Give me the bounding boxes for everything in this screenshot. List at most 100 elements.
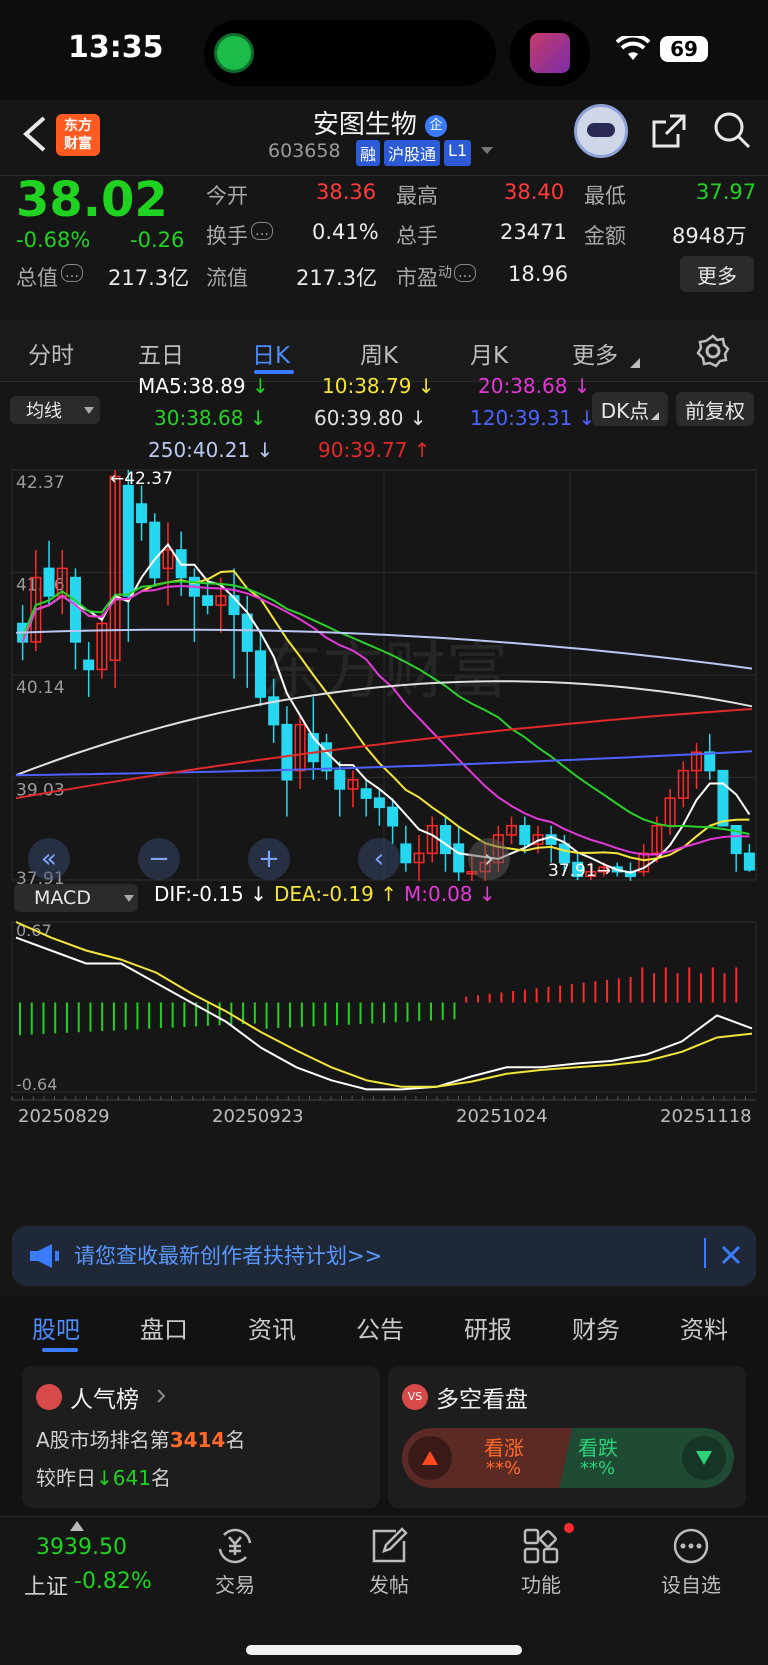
search-icon[interactable] — [712, 110, 752, 150]
tab-guba[interactable]: 股吧 — [32, 1310, 80, 1345]
ma5-line — [21, 542, 751, 874]
amount-label: 金额 — [584, 224, 626, 248]
rank-change-suffix: 名 — [150, 1466, 171, 1490]
pe-value: 18.96 — [508, 262, 569, 286]
settings-gear-icon[interactable] — [696, 334, 730, 368]
tab-research[interactable]: 研报 — [464, 1310, 512, 1345]
tab-finance[interactable]: 财务 — [572, 1310, 620, 1345]
ma-select[interactable]: 均线 — [10, 396, 100, 424]
ma-select-label: 均线 — [26, 401, 62, 422]
dynamic-island — [204, 20, 496, 86]
tab-news[interactable]: 资讯 — [248, 1310, 296, 1345]
rank-value: 3414 — [169, 1428, 226, 1452]
popularity-title: 人气榜 — [70, 1387, 139, 1413]
nav-functions[interactable]: 功能 — [486, 1523, 596, 1597]
nav-post[interactable]: 发帖 — [334, 1527, 444, 1597]
bull-segment[interactable]: 看涨 **% — [402, 1428, 572, 1488]
jump-start-button[interactable]: « — [28, 838, 70, 880]
notice-banner[interactable]: 请您查收最新创作者扶持计划>> — [12, 1226, 756, 1286]
macd-select[interactable]: MACD — [14, 884, 138, 912]
dk-point-button[interactable]: DK点 — [592, 392, 668, 426]
more-dots-icon — [673, 1528, 709, 1564]
high-marker: ←42.37 — [110, 469, 173, 489]
bear-label[interactable]: 看跌 — [578, 1432, 618, 1461]
pe-label: 市盈动… — [396, 262, 476, 292]
ma120-text: 120:39.31 — [470, 406, 573, 430]
down-arrow-icon: ↓ — [472, 882, 496, 906]
banner-divider — [704, 1238, 706, 1268]
rank-change-line: 较昨日↓641名 — [36, 1462, 171, 1491]
macd-dif: DIF:-0.15 ↓ — [154, 882, 267, 906]
kline-chart-area: 均线 MA5:38.89 ↓ 10:38.79 ↓ 20:38.68 ↓ 30:… — [0, 374, 768, 1214]
info-icon[interactable]: … — [61, 264, 83, 282]
tab-handicap[interactable]: 盘口 — [140, 1310, 188, 1345]
rank-line: A股市场排名第3414名 — [36, 1424, 245, 1453]
dk-point-label: DK点 — [600, 398, 650, 423]
tab-weekly-k[interactable]: 周K — [360, 336, 398, 370]
stock-code: 603658 — [268, 140, 341, 162]
close-icon[interactable] — [720, 1244, 742, 1266]
megaphone-icon — [30, 1244, 59, 1268]
info-icon[interactable]: … — [251, 222, 273, 240]
nav-functions-label: 功能 — [521, 1573, 561, 1597]
back-icon[interactable] — [22, 116, 48, 152]
down-arrow-icon: ↓ — [567, 374, 591, 398]
share-icon[interactable] — [650, 112, 688, 150]
scroll-right-button[interactable]: › — [468, 838, 510, 880]
high-value: 38.40 — [504, 180, 565, 204]
mktcap-label: 总值… — [16, 262, 83, 292]
kline-chart[interactable]: 东方财富42.3741.2640.1439.0337.91←42.3737.91… — [0, 452, 768, 1220]
expand-up-icon[interactable] — [70, 1521, 84, 1531]
pe-sup: 动 — [438, 265, 452, 281]
tab-announcements[interactable]: 公告 — [356, 1310, 404, 1345]
date-axis-label: 20250829 — [18, 1106, 110, 1127]
candle-body — [373, 797, 385, 809]
zoom-out-button[interactable]: − — [138, 838, 180, 880]
rank-change-value: 641 — [112, 1466, 151, 1490]
app-logo[interactable]: 东方 财富 — [56, 114, 100, 156]
mktcap-label-text: 总值 — [16, 266, 58, 290]
candle-body — [69, 576, 81, 643]
nav-post-label: 发帖 — [369, 1573, 409, 1597]
ma10-text: 10:38.79 — [322, 374, 412, 398]
bull-bear-bar: 看涨 **% 看跌 **% — [402, 1428, 734, 1488]
more-button[interactable]: 更多 — [680, 256, 754, 292]
chevron-down-icon[interactable] — [480, 146, 494, 156]
banner-text[interactable]: 请您查收最新创作者扶持计划>> — [74, 1240, 382, 1270]
date-axis-label: 20251118 — [660, 1106, 752, 1127]
change-pct: -0.68% — [16, 228, 91, 252]
down-arrow-icon: ↓ — [245, 374, 269, 398]
stock-name: 安图生物 企 — [300, 104, 460, 141]
ma60-text: 60:39.80 — [314, 406, 404, 430]
tab-daily-k[interactable]: 日K — [252, 336, 290, 370]
macd-dif-text: DIF:-0.15 — [154, 882, 244, 906]
adjust-button[interactable]: 前复权 — [676, 392, 754, 426]
tab-more[interactable]: 更多 — [572, 336, 618, 370]
assistant-avatar[interactable] — [574, 104, 628, 158]
macd-axis-label: -0.64 — [16, 1075, 57, 1094]
float-value: 217.3亿 — [296, 266, 378, 290]
nav-watchlist[interactable]: 设自选 — [636, 1527, 746, 1597]
scroll-left-button[interactable]: ‹ — [358, 838, 400, 880]
ma20-text: 20:38.68 — [478, 374, 568, 398]
vs-icon: VS — [402, 1384, 428, 1410]
info-icon[interactable]: … — [454, 264, 476, 282]
candle-body — [334, 769, 346, 790]
tab-intraday[interactable]: 分时 — [28, 336, 74, 370]
app-thumbnail-icon — [530, 33, 570, 73]
live-activity-icon — [214, 33, 254, 73]
tab-profile[interactable]: 资料 — [680, 1310, 728, 1345]
down-arrow-icon: ↓ — [243, 882, 267, 906]
index-value[interactable]: 3939.50 — [36, 1535, 127, 1560]
bear-arrow-icon — [682, 1436, 726, 1480]
tab-monthly-k[interactable]: 月K — [470, 336, 508, 370]
index-change: -0.82% — [74, 1569, 152, 1594]
zoom-in-button[interactable]: + — [248, 838, 290, 880]
macd-dea: DEA:-0.19 ↑ — [274, 882, 397, 906]
ma20-value: 20:38.68 ↓ — [478, 374, 591, 398]
status-bar: 13:35 69 — [0, 0, 768, 100]
tab-five-day[interactable]: 五日 — [138, 336, 184, 370]
bull-arrow-icon — [408, 1436, 452, 1480]
popularity-card[interactable]: 人气榜 A股市场排名第3414名 较昨日↓641名 — [22, 1366, 380, 1508]
nav-trade[interactable]: 交易 — [180, 1527, 290, 1597]
